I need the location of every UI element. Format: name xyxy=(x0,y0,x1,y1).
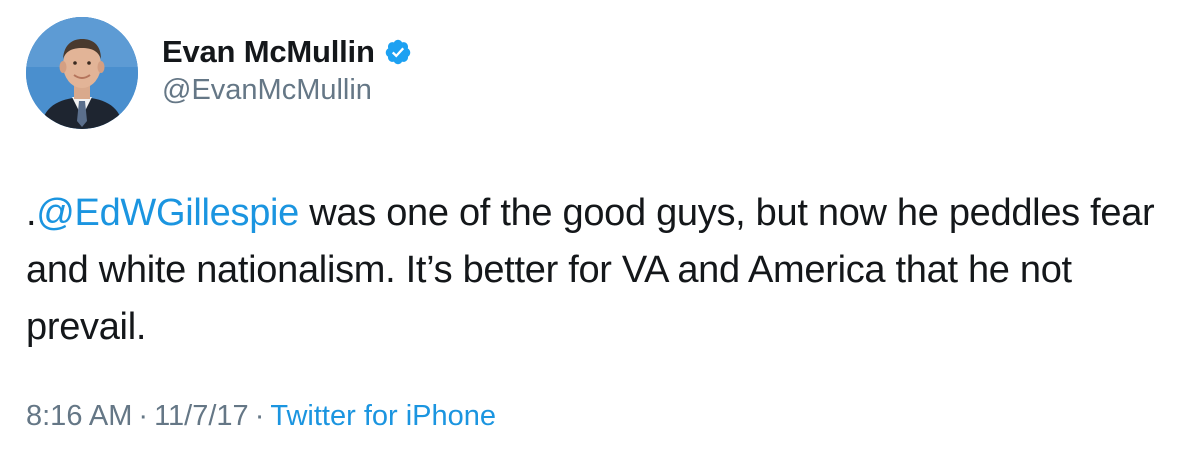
tweet-date[interactable]: 11/7/17 xyxy=(154,400,249,432)
name-row: Evan McMullin xyxy=(162,32,412,72)
separator: · xyxy=(254,400,265,432)
tweet-prefix: . xyxy=(26,192,37,234)
tweet-card: Evan McMullin @EvanMcMullin .@EdWGillesp… xyxy=(0,0,1200,461)
tweet-meta: 8:16 AM · 11/7/17 · Twitter for iPhone xyxy=(26,400,496,433)
avatar[interactable] xyxy=(26,17,138,129)
display-name[interactable]: Evan McMullin xyxy=(162,34,375,70)
verified-badge-icon xyxy=(384,38,412,66)
tweet-time[interactable]: 8:16 AM xyxy=(26,400,132,432)
user-handle[interactable]: @EvanMcMullin xyxy=(162,74,372,107)
tweet-text: .@EdWGillespie was one of the good guys,… xyxy=(26,185,1186,356)
mention-link[interactable]: @EdWGillespie xyxy=(36,192,299,234)
tweet-source-link[interactable]: Twitter for iPhone xyxy=(270,400,496,432)
separator: · xyxy=(138,400,149,432)
